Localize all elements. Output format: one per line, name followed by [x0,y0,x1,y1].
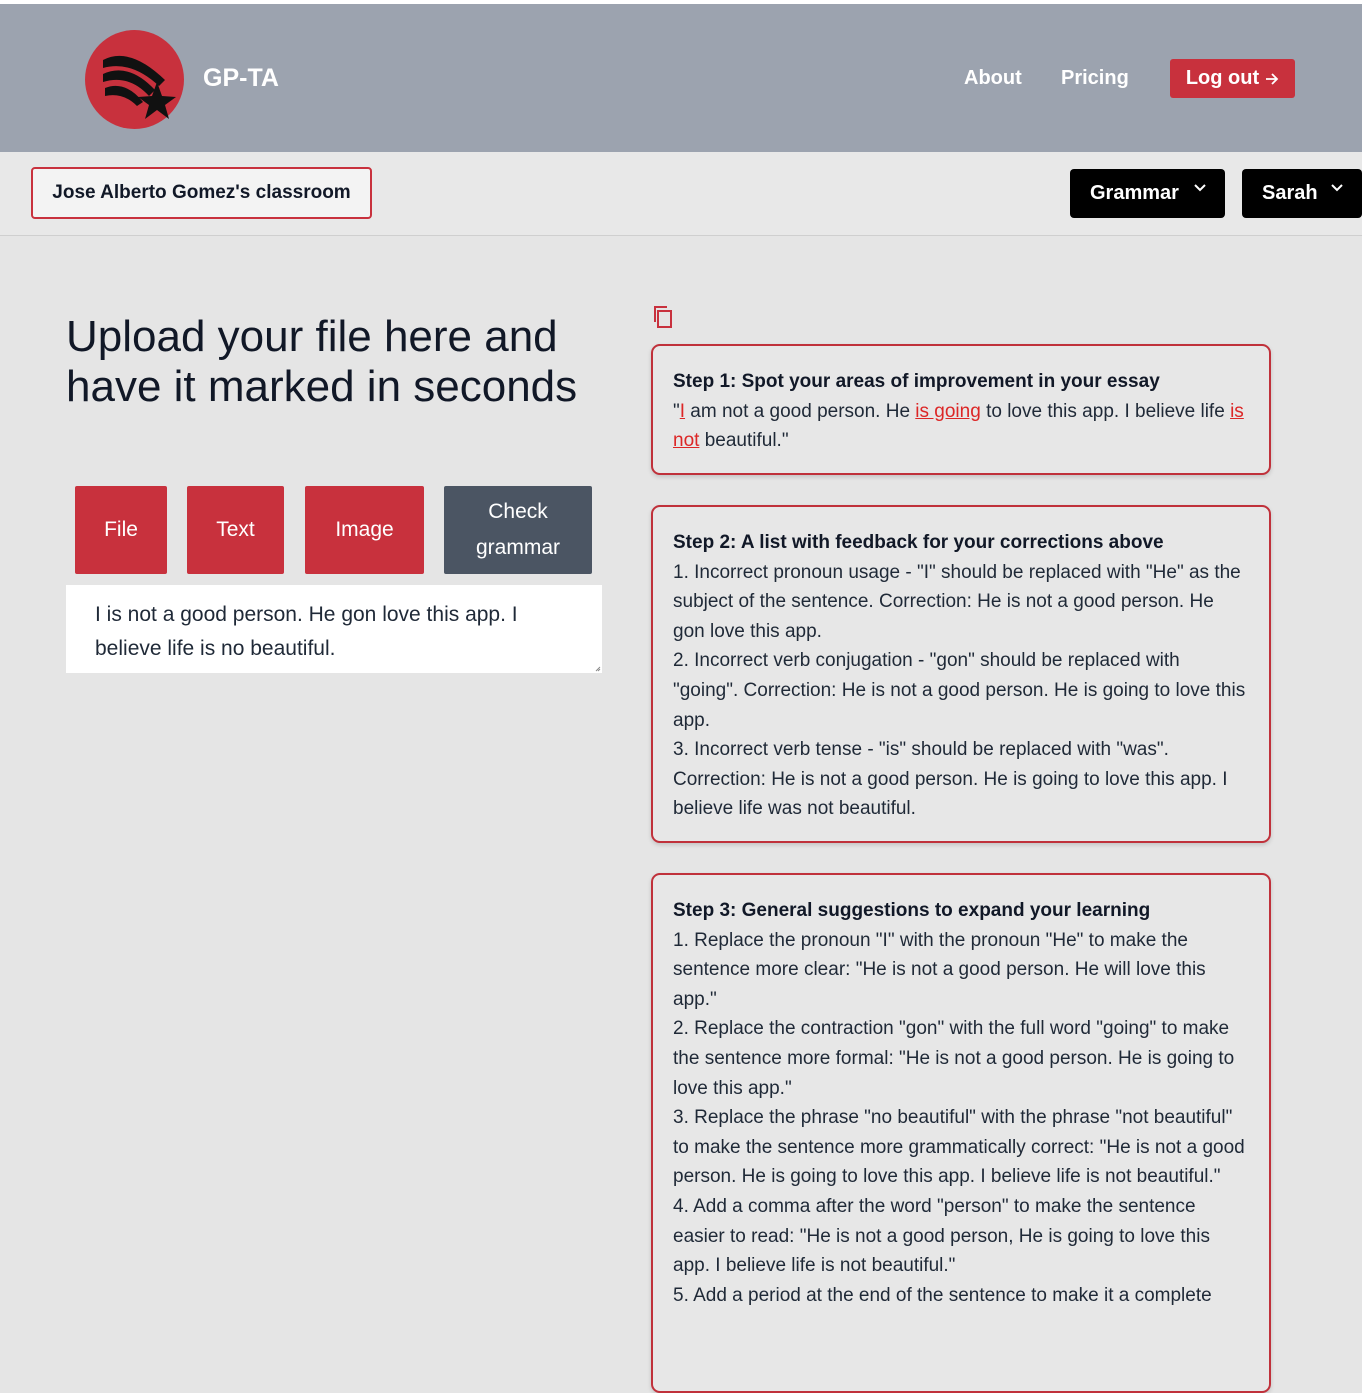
image-button[interactable]: Image [305,486,424,574]
logout-label: Log out [1185,67,1260,89]
brand-logo[interactable] [85,30,184,129]
suggestion-item: 3. Replace the phrase "no beautiful" wit… [673,1107,1245,1188]
text-button[interactable]: Text [187,486,284,574]
step1-corrected-text: "I am not a good person. He is going to … [673,397,1249,456]
feedback-item: 3. Incorrect verb tense - "is" should be… [673,739,1228,820]
step2-card: Step 2: A list with feedback for your co… [651,505,1271,843]
chevron-down-icon [1194,184,1206,192]
classroom-bar: Jose Alberto Gomez's classroom Grammar S… [0,152,1362,236]
classroom-button[interactable]: Jose Alberto Gomez's classroom [31,167,372,219]
top-header: GP-TA About Pricing Log out [0,4,1362,152]
suggestion-item: 2. Replace the contraction "gon" with th… [673,1018,1235,1099]
suggestion-item: 5. Add a period at the end of the senten… [673,1284,1212,1306]
essay-text: I is not a good person. He gon love this… [95,603,518,660]
user-dropdown-label: Sarah [1262,182,1318,204]
brand-name: GP-TA [203,64,279,92]
suggestion-item: 4. Add a comma after the word "person" t… [673,1195,1210,1277]
step1-card: Step 1: Spot your areas of improvement i… [651,344,1271,475]
file-button[interactable]: File [75,486,167,574]
text-segment: beautiful." [699,430,789,452]
mode-dropdown-label: Grammar [1090,182,1179,204]
logout-button[interactable]: Log out [1170,59,1295,98]
feedback-item: 1. Incorrect pronoun usage - "I" should … [673,561,1241,642]
feedback-item: 2. Incorrect verb conjugation - "gon" sh… [673,650,1246,731]
mode-dropdown[interactable]: Grammar [1070,169,1225,218]
step3-card: Step 3: General suggestions to expand yo… [651,873,1271,1393]
chevron-down-icon [1331,184,1343,192]
check-grammar-button[interactable]: Check grammar [444,486,592,574]
resize-grip-icon[interactable] [595,666,601,672]
suggestion-item: 1. Replace the pronoun "I" with the pron… [673,929,1206,1010]
text-segment: am not a good person. He [685,400,916,422]
user-dropdown[interactable]: Sarah [1242,169,1362,218]
step1-title: Step 1: Spot your areas of improvement i… [673,371,1160,392]
shooting-star-logo-icon [103,55,176,119]
nav-pricing-link[interactable]: Pricing [1061,67,1129,90]
arrow-right-icon [1266,72,1279,85]
copy-icon[interactable] [652,305,674,329]
essay-textarea[interactable]: I is not a good person. He gon love this… [66,585,602,673]
nav-about-link[interactable]: About [964,67,1022,90]
text-segment: " [673,400,680,422]
step2-title: Step 2: A list with feedback for your co… [673,532,1164,553]
text-segment: to love this app. I believe life [980,400,1231,422]
error-highlight: is going [915,400,981,422]
step3-title: Step 3: General suggestions to expand yo… [673,900,1151,921]
page-headline: Upload your file here and have it marked… [66,312,578,411]
